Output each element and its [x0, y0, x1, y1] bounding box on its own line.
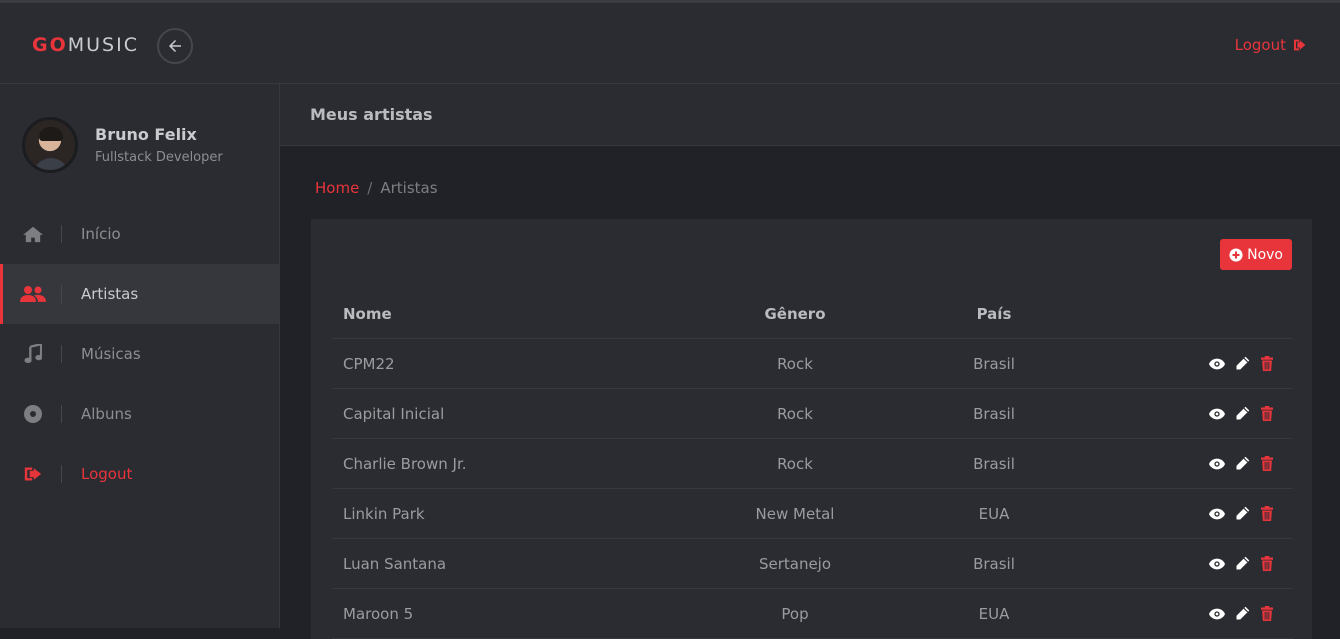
logout-icon — [20, 465, 46, 483]
artist-genre: Pop — [781, 604, 809, 623]
sidebar: Bruno Felix Fullstack Developer Início A… — [0, 84, 280, 628]
brand-logo-go: GO — [32, 34, 68, 56]
view-icon[interactable] — [1209, 506, 1225, 522]
new-artist-label: Novo — [1247, 246, 1283, 263]
content-header: Meus artistas — [280, 84, 1340, 146]
column-header-genre[interactable]: Gênero — [696, 305, 894, 323]
table-row: Maroon 5 Pop EUA — [332, 589, 1293, 639]
breadcrumb-current: Artistas — [380, 179, 438, 197]
table-row: Linkin Park New Metal EUA — [332, 489, 1293, 539]
delete-icon[interactable] — [1259, 356, 1275, 372]
artist-country: EUA — [978, 604, 1010, 623]
edit-icon[interactable] — [1234, 356, 1250, 372]
artist-name: Capital Inicial — [343, 404, 445, 423]
delete-icon[interactable] — [1259, 406, 1275, 422]
table-row: Capital Inicial Rock Brasil — [332, 389, 1293, 439]
table-header: Nome Gênero País — [332, 289, 1293, 339]
view-icon[interactable] — [1209, 406, 1225, 422]
artist-genre: Sertanejo — [758, 554, 832, 573]
artists-card: Novo Nome Gênero País CPM22 Rock Brasil … — [311, 219, 1312, 639]
artist-genre: Rock — [777, 404, 813, 423]
header-logout-label: Logout — [1234, 36, 1286, 54]
edit-icon[interactable] — [1234, 506, 1250, 522]
table-row: Charlie Brown Jr. Rock Brasil — [332, 439, 1293, 489]
profile-name: Bruno Felix — [95, 125, 197, 144]
breadcrumb: Home / Artistas — [315, 179, 438, 197]
sidebar-item-albuns[interactable]: Albuns — [0, 384, 279, 444]
artists-table: Nome Gênero País CPM22 Rock Brasil Capit… — [332, 289, 1293, 639]
table-row: Luan Santana Sertanejo Brasil — [332, 539, 1293, 589]
artist-genre: Rock — [777, 454, 813, 473]
plus-circle-icon — [1229, 247, 1243, 262]
delete-icon[interactable] — [1259, 506, 1275, 522]
sidebar-nav: Início Artistas Músicas Albuns Logout — [0, 204, 279, 504]
table-row: CPM22 Rock Brasil — [332, 339, 1293, 389]
sidebar-item-label: Artistas — [81, 285, 139, 303]
page-title: Meus artistas — [310, 105, 433, 124]
artist-name: Luan Santana — [343, 554, 447, 573]
sidebar-item-label: Início — [81, 225, 121, 243]
brand-logo-music: MUSIC — [67, 34, 139, 56]
artist-genre: Rock — [777, 354, 813, 373]
arrow-left-icon — [169, 40, 181, 52]
edit-icon[interactable] — [1234, 456, 1250, 472]
view-icon[interactable] — [1209, 456, 1225, 472]
edit-icon[interactable] — [1234, 606, 1250, 622]
breadcrumb-home-link[interactable]: Home — [315, 179, 359, 197]
sidebar-item-logout[interactable]: Logout — [0, 444, 279, 504]
artist-country: Brasil — [973, 404, 1015, 423]
view-icon[interactable] — [1209, 606, 1225, 622]
avatar — [22, 117, 78, 173]
delete-icon[interactable] — [1259, 456, 1275, 472]
delete-icon[interactable] — [1259, 606, 1275, 622]
sidebar-item-label: Albuns — [81, 405, 132, 423]
delete-icon[interactable] — [1259, 556, 1275, 572]
sidebar-item-label: Músicas — [81, 345, 141, 363]
home-icon — [20, 225, 46, 243]
column-header-country[interactable]: País — [894, 305, 1094, 323]
music-icon — [20, 344, 46, 364]
collapse-sidebar-button[interactable] — [157, 28, 193, 64]
users-icon — [20, 285, 46, 303]
artist-name: Maroon 5 — [343, 604, 414, 623]
brand-logo[interactable]: GOMUSIC — [32, 34, 139, 56]
sidebar-item-inicio[interactable]: Início — [0, 204, 279, 264]
user-profile: Bruno Felix Fullstack Developer — [22, 117, 223, 173]
breadcrumb-separator: / — [367, 179, 373, 197]
artist-country: Brasil — [973, 554, 1015, 573]
artist-name: Charlie Brown Jr. — [343, 454, 467, 473]
top-bar: GOMUSIC Logout — [0, 0, 1340, 84]
new-artist-button[interactable]: Novo — [1220, 239, 1292, 270]
artist-name: CPM22 — [343, 354, 395, 373]
artist-name: Linkin Park — [343, 504, 425, 523]
logout-icon — [1294, 39, 1306, 51]
profile-role: Fullstack Developer — [95, 150, 223, 165]
disc-icon — [20, 404, 46, 424]
sidebar-item-artistas[interactable]: Artistas — [0, 264, 279, 324]
artist-genre: New Metal — [755, 504, 835, 523]
view-icon[interactable] — [1209, 556, 1225, 572]
artist-country: Brasil — [973, 354, 1015, 373]
edit-icon[interactable] — [1234, 556, 1250, 572]
artist-country: Brasil — [973, 454, 1015, 473]
edit-icon[interactable] — [1234, 406, 1250, 422]
view-icon[interactable] — [1209, 356, 1225, 372]
sidebar-item-label: Logout — [81, 465, 133, 483]
column-header-name[interactable]: Nome — [332, 305, 696, 323]
header-logout-button[interactable]: Logout — [1235, 36, 1308, 54]
artist-country: EUA — [978, 504, 1010, 523]
sidebar-item-musicas[interactable]: Músicas — [0, 324, 279, 384]
